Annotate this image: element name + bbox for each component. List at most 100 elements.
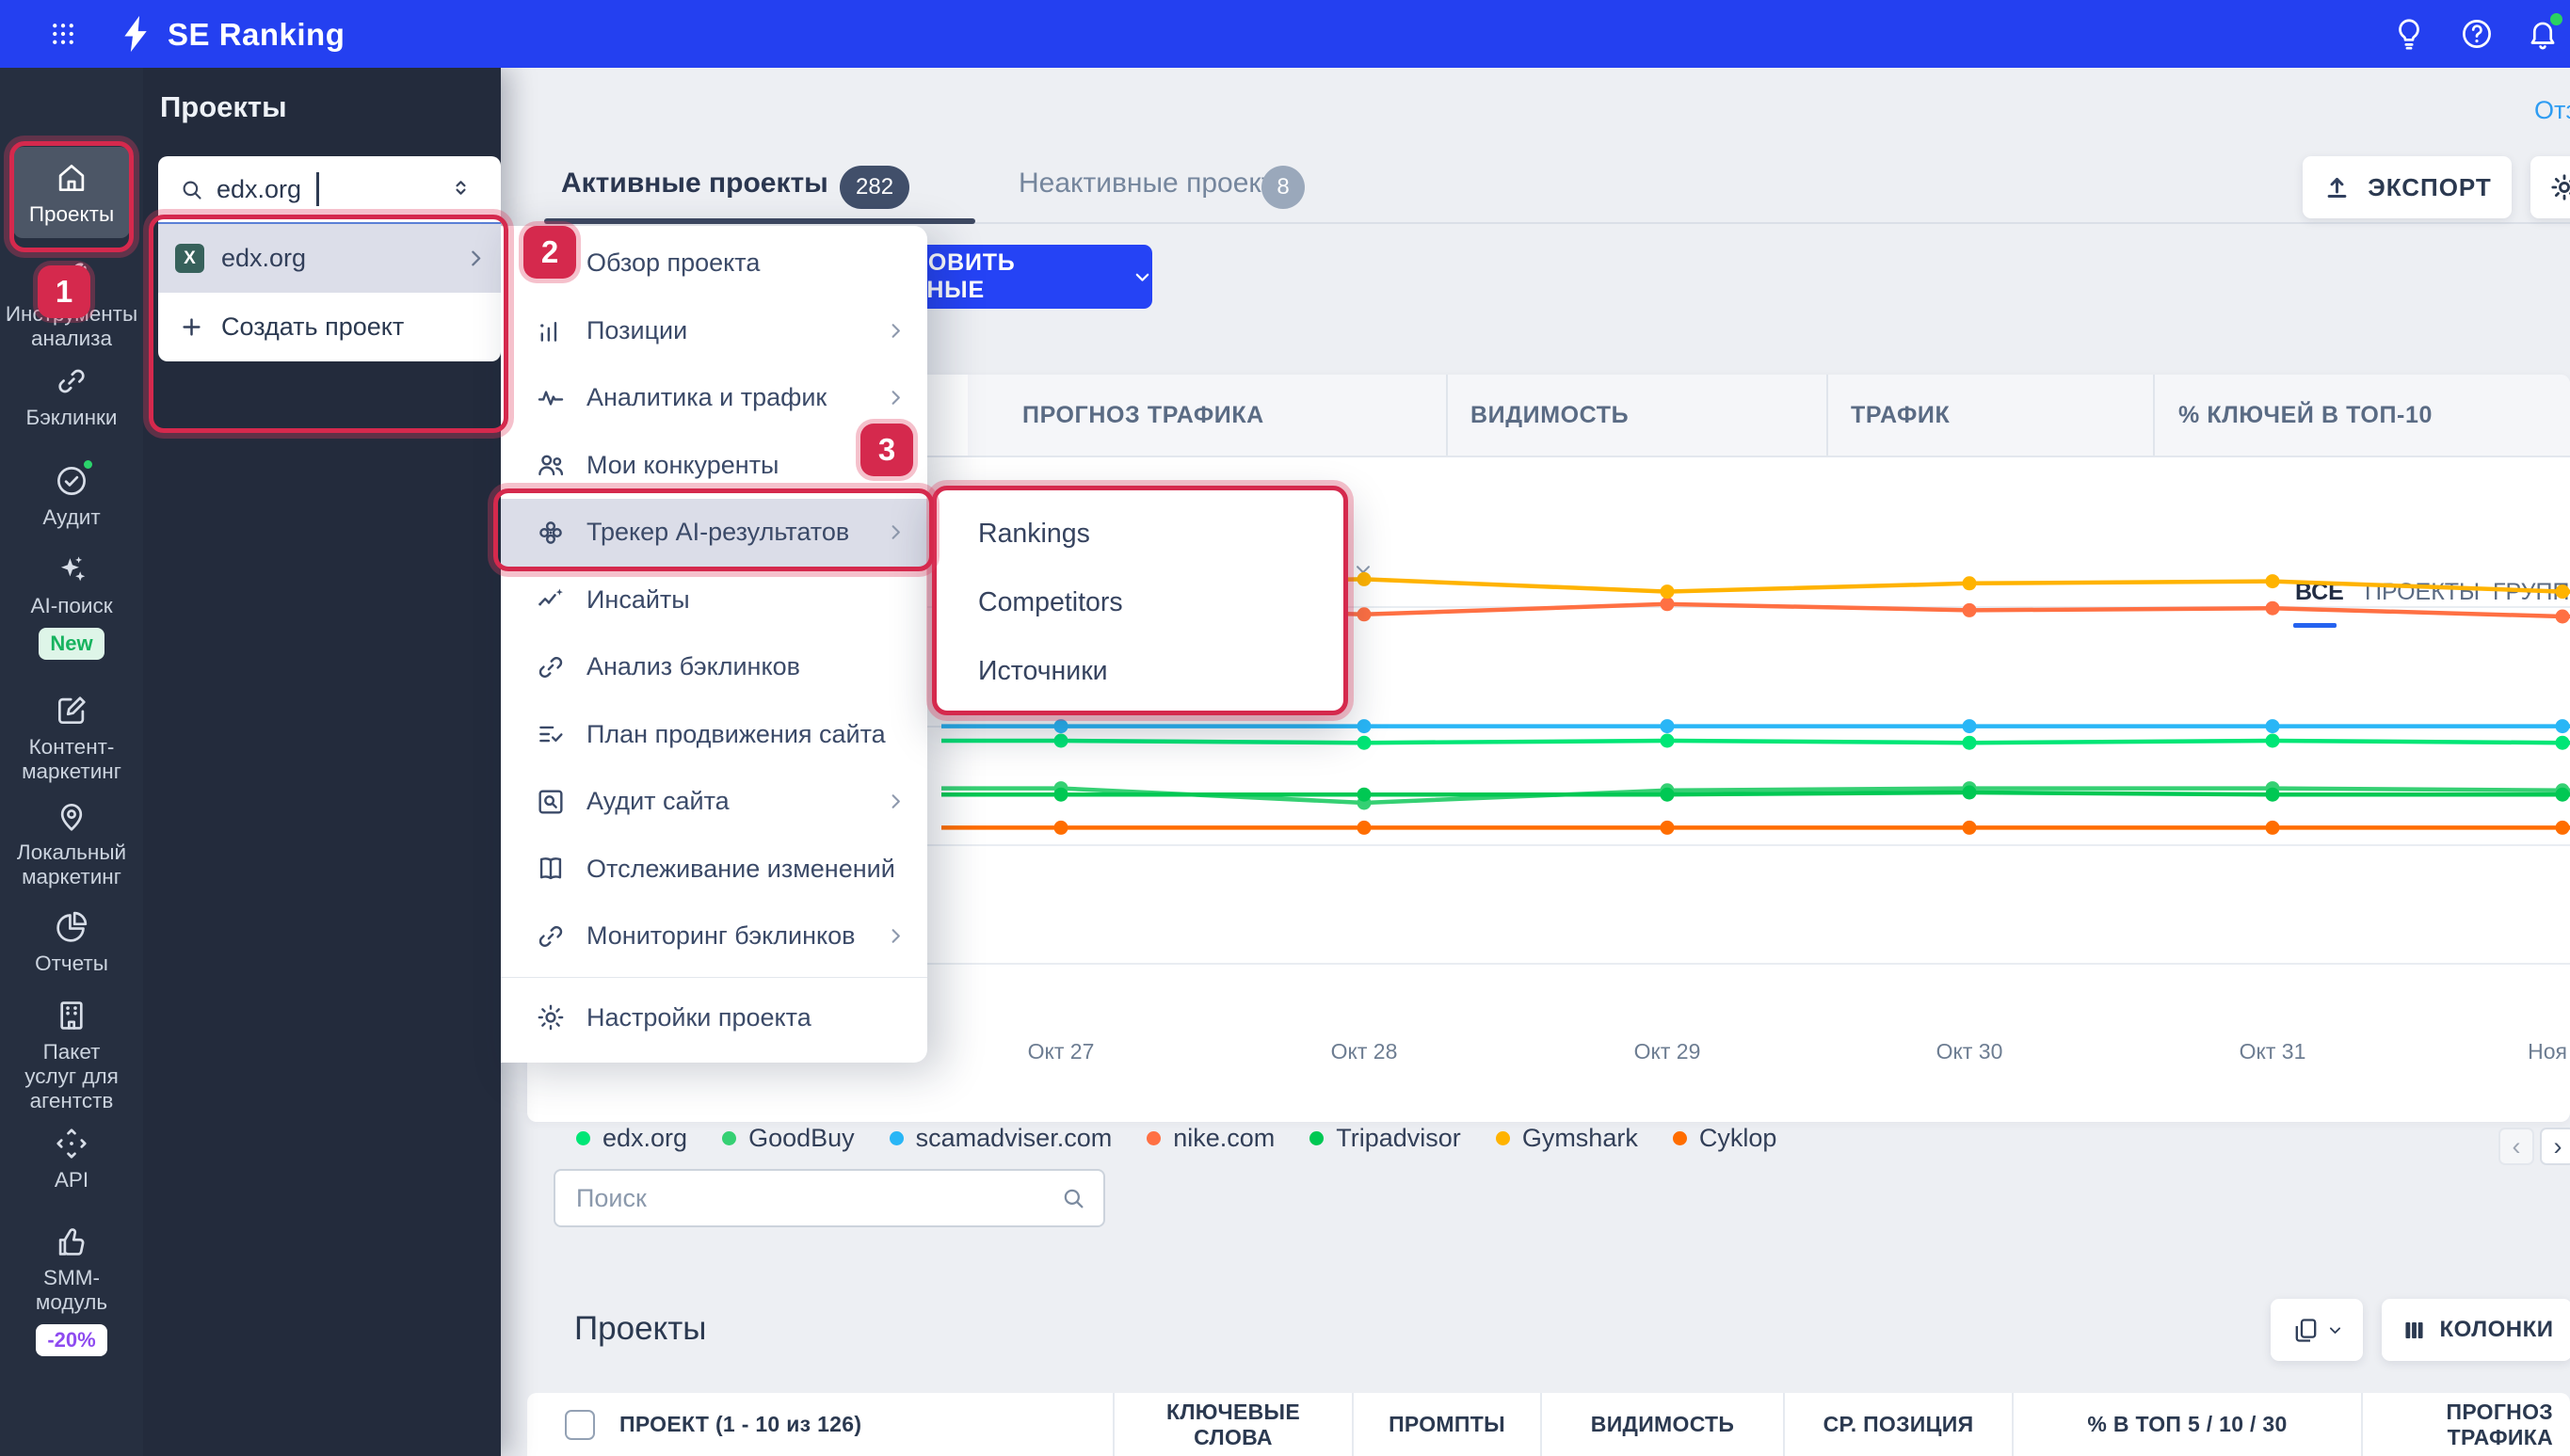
sidebar-item-thumb[interactable]: SMM- модуль -20% xyxy=(0,1224,143,1356)
x-axis-label: Окт 30 xyxy=(1936,1039,2003,1064)
menu-item-label: Аудит сайта xyxy=(586,787,730,816)
active-projects-count-badge: 282 xyxy=(840,166,910,209)
sidebar-item-audit[interactable]: Аудит xyxy=(0,460,143,530)
chevron-right-icon xyxy=(464,247,488,270)
project-favicon: X xyxy=(175,244,204,273)
chevron-right-icon xyxy=(885,925,907,947)
menu-item-plan[interactable]: План продвижения сайта xyxy=(501,701,927,769)
help-icon[interactable] xyxy=(2459,16,2495,52)
sidebar-item-label: Проекты xyxy=(28,202,115,226)
sidebar-item-api[interactable]: API xyxy=(0,1126,143,1192)
projects-search-input[interactable] xyxy=(555,1183,1060,1213)
feedback-link[interactable]: Отз xyxy=(2534,96,2570,125)
select-all-checkbox[interactable] xyxy=(565,1409,595,1440)
monitoring-icon xyxy=(535,920,567,952)
menu-item-changes[interactable]: Отслеживание изменений xyxy=(501,836,927,904)
legend-item-scamadviser-com[interactable]: scamadviser.com xyxy=(889,1124,1113,1153)
legend-next-button[interactable]: › xyxy=(2540,1128,2570,1165)
submenu-item-источники[interactable]: Источники xyxy=(937,637,1343,706)
table-column-header: КЛЮЧЕВЫЕ СЛОВА xyxy=(1115,1393,1354,1456)
menu-item-ai[interactable]: Трекер AI-результатов xyxy=(501,499,927,567)
legend-item-tripadvisor[interactable]: Tripadvisor xyxy=(1309,1124,1461,1153)
legend-dot xyxy=(1672,1131,1687,1145)
table-column-label: ПРОГНОЗ ТРАФИКА xyxy=(2446,1399,2553,1449)
sidebar-item-pin[interactable]: Локальный маркетинг xyxy=(0,798,143,889)
search-icon[interactable] xyxy=(1060,1185,1086,1211)
sidebar-item-edit[interactable]: Контент- маркетинг xyxy=(0,693,143,784)
legend-dot xyxy=(576,1131,590,1145)
kpi-tab[interactable]: ВИДИМОСТЬ xyxy=(1446,375,1826,456)
legend-dot xyxy=(1495,1131,1510,1145)
menu-item-label: Обзор проекта xyxy=(586,248,761,278)
kpi-tab[interactable]: ПРОГНОЗ ТРАФИКА xyxy=(968,375,1446,456)
table-column-header: ВИДИМОСТЬ xyxy=(1542,1393,1785,1456)
top-bar: SE Ranking xyxy=(0,0,2570,68)
menu-item-competitors[interactable]: Мои конкуренты xyxy=(501,432,927,500)
table-column-header: ПРОМПТЫ xyxy=(1354,1393,1542,1456)
sidebar-item-label: Пакет услуг для агентств xyxy=(24,1040,119,1112)
legend-item-gymshark[interactable]: Gymshark xyxy=(1495,1124,1638,1153)
bell-icon[interactable] xyxy=(2525,13,2562,52)
pie-icon xyxy=(54,909,89,945)
tab-inactive-projects[interactable]: Неактивные проекты xyxy=(1019,168,1294,200)
create-project-item[interactable]: Создать проект xyxy=(158,293,501,361)
menu-item-positions[interactable]: Позиции xyxy=(501,297,927,365)
menu-item-insights[interactable]: Инсайты xyxy=(501,567,927,634)
menu-item-label: Позиции xyxy=(586,315,688,344)
legend-prev-button[interactable]: ‹ xyxy=(2498,1128,2534,1165)
table-column-label: ПРОЕКТ (1 - 10 из 126) xyxy=(619,1412,862,1436)
submenu-item-competitors[interactable]: Competitors xyxy=(937,568,1343,637)
menu-item-label: Отслеживание изменений xyxy=(586,854,895,883)
insights-icon xyxy=(535,584,567,616)
legend-item-nike-com[interactable]: nike.com xyxy=(1147,1124,1275,1153)
legend-dot xyxy=(1147,1131,1162,1145)
sidebar-item-building[interactable]: Пакет услуг для агентств xyxy=(0,998,143,1113)
columns-button[interactable]: КОЛОНКИ xyxy=(2382,1299,2570,1361)
x-axis-label: Окт 29 xyxy=(1633,1039,1701,1064)
kpi-tab[interactable]: % КЛЮЧЕЙ В ТОП-10 xyxy=(2153,375,2570,456)
legend-dot xyxy=(889,1131,904,1145)
settings-button[interactable] xyxy=(2530,156,2570,218)
sidebar-item-link[interactable]: Бэклинки xyxy=(0,363,143,430)
kpi-tab[interactable]: ТРАФИК xyxy=(1826,375,2153,456)
siteaudit-icon xyxy=(535,786,567,818)
sidebar-item-tools[interactable]: Инструменты анализа xyxy=(0,260,143,351)
sidebar-item-pie[interactable]: Отчеты xyxy=(0,909,143,976)
bulb-icon[interactable] xyxy=(2391,16,2427,52)
menu-item-analytics[interactable]: Аналитика и трафик xyxy=(501,364,927,432)
text-cursor xyxy=(316,172,319,206)
x-axis-label: Окт 27 xyxy=(1027,1039,1095,1064)
legend-item-cyklop[interactable]: Cyklop xyxy=(1672,1124,1776,1153)
audit-icon xyxy=(54,460,92,499)
sidebar-nav: Проекты Инструменты анализа Бэклинки Аудит A… xyxy=(0,68,143,1456)
legend-item-goodbuy[interactable]: GoodBuy xyxy=(722,1124,855,1153)
legend-item-edx-org[interactable]: edx.org xyxy=(576,1124,687,1153)
menu-item-monitoring[interactable]: Мониторинг бэклинков xyxy=(501,903,927,970)
sidebar-item-home[interactable]: Проекты xyxy=(13,147,130,238)
thumb-icon xyxy=(54,1224,89,1259)
sidebar-item-badge: -20% xyxy=(36,1324,107,1356)
project-result-item[interactable]: X edx.org xyxy=(158,224,501,293)
tab-active-projects[interactable]: Активные проекты xyxy=(561,168,828,200)
project-menu: Обзор проекта Позиции Аналитика и трафик Мо… xyxy=(501,226,927,1063)
table-column-header: ПРОГНОЗ ТРАФИКА xyxy=(2363,1393,2570,1456)
table-column-header: % В ТОП 5 / 10 / 30 xyxy=(2014,1393,2363,1456)
apps-grid-icon[interactable] xyxy=(49,20,77,48)
export-button[interactable]: ЭКСПОРТ xyxy=(2303,156,2512,218)
project-search-input[interactable] xyxy=(217,174,316,204)
submenu-item-rankings[interactable]: Rankings xyxy=(937,500,1343,568)
legend-label: scamadviser.com xyxy=(915,1124,1113,1152)
menu-item-siteaudit[interactable]: Аудит сайта xyxy=(501,768,927,836)
legend-dot xyxy=(1309,1131,1325,1145)
menu-item-settings[interactable]: Настройки проекта xyxy=(501,984,927,1052)
menu-item-backlinks[interactable]: Анализ бэклинков xyxy=(501,633,927,701)
sort-toggle-icon[interactable] xyxy=(448,175,474,200)
legend-label: Gymshark xyxy=(1521,1124,1638,1152)
legend-label: edx.org xyxy=(602,1124,688,1152)
layout-copy-button[interactable] xyxy=(2271,1299,2363,1361)
sidebar-item-sparkles[interactable]: AI-поиск New xyxy=(0,552,143,660)
table-column-header: ПРОЕКТ (1 - 10 из 126) xyxy=(527,1393,1115,1456)
table-column-header: СР. ПОЗИЦИЯ xyxy=(1785,1393,2014,1456)
link-icon xyxy=(54,363,89,399)
menu-item-overview[interactable]: Обзор проекта xyxy=(501,230,927,297)
